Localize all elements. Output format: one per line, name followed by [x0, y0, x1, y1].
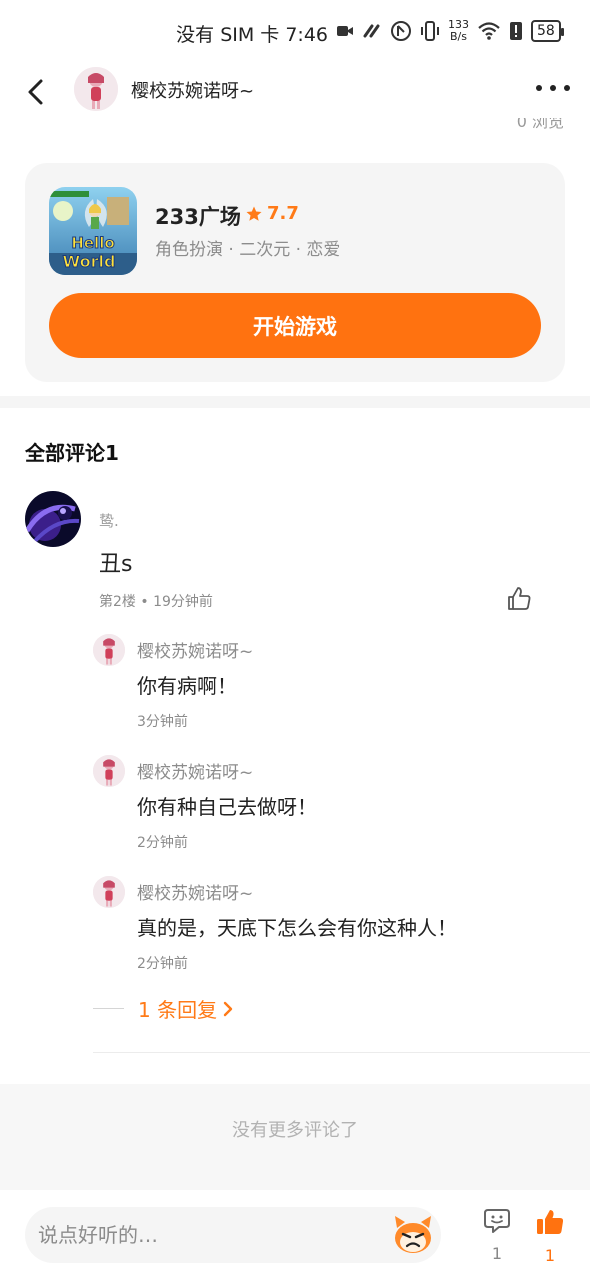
reply-time: 2分钟前 — [137, 956, 188, 972]
reply-user[interactable]: 樱校苏婉诺呀~ — [137, 758, 253, 783]
chevron-right-icon — [223, 1001, 233, 1016]
comment-input[interactable] — [38, 1207, 378, 1263]
more-replies-label: 1 条回复 — [138, 998, 218, 1022]
dot-icon — [550, 85, 556, 91]
mascot-emoji-icon — [395, 1216, 431, 1253]
more-options-button[interactable] — [536, 78, 570, 98]
reply-text: 你有病啊！ — [137, 674, 237, 698]
reply-user[interactable]: 樱校苏婉诺呀~ — [137, 879, 253, 904]
character-avatar-icon — [93, 634, 125, 666]
reply-item[interactable]: 樱校苏婉诺呀~ 你有病啊！ 3分钟前 — [93, 634, 573, 734]
character-avatar-icon — [74, 67, 118, 111]
no-more-comments-text: 没有更多评论了 — [232, 1120, 358, 1141]
back-button[interactable] — [22, 76, 52, 108]
game-name: 233广场 — [155, 205, 241, 229]
game-icon[interactable]: Hello World — [49, 187, 137, 275]
rating-value: 7.7 — [267, 203, 299, 224]
reply-avatar[interactable] — [93, 634, 125, 666]
view-more-replies-link[interactable]: 1 条回复 — [93, 994, 235, 1023]
game-card[interactable]: Hello World 233广场 7.7 角色扮演 · 二次元 · 恋爱 开始… — [25, 163, 565, 382]
chevron-left-icon — [28, 79, 43, 105]
reply-text: 真的是，天底下怎么会有你这种人！ — [137, 916, 457, 940]
section-divider — [0, 396, 590, 408]
battery-indicator: 58 — [531, 20, 564, 42]
game-cover-text-line2: World — [63, 252, 116, 271]
dot-icon — [564, 85, 570, 91]
commenter-avatar[interactable] — [25, 491, 81, 547]
game-rating: 7.7 — [245, 203, 299, 224]
header-title: 樱校苏婉诺呀~ — [131, 81, 255, 102]
thumbs-up-outline-icon — [508, 587, 531, 610]
vibrate-icon — [420, 18, 440, 44]
status-carrier-time: 没有 SIM 卡 7:46 — [176, 24, 328, 46]
like-count: 1 — [544, 1246, 556, 1265]
game-cover-icon: Hello World — [49, 187, 137, 275]
reply-text: 你有种自己去做呀！ — [137, 795, 317, 819]
reply-user[interactable]: 樱校苏婉诺呀~ — [137, 637, 253, 662]
like-action[interactable]: 1 — [532, 1208, 568, 1265]
reply-avatar[interactable] — [93, 876, 125, 908]
commenter-name[interactable]: 鸷. — [99, 510, 119, 531]
wifi-icon — [477, 18, 501, 44]
game-cover-text-line1: Hello — [71, 234, 114, 252]
alert-icon — [509, 18, 523, 44]
comment-input-box[interactable] — [25, 1207, 441, 1263]
start-game-button[interactable]: 开始游戏 — [49, 293, 541, 358]
reply-line-divider — [93, 1008, 124, 1009]
end-of-list: 没有更多评论了 — [0, 1084, 590, 1190]
status-icons: 133 B/s 58 — [336, 18, 564, 44]
comment-like-button[interactable] — [505, 585, 533, 613]
thread-divider — [93, 1052, 590, 1053]
no-disturb-icon — [362, 18, 382, 44]
view-count: 0 浏览 — [516, 118, 564, 131]
comment-bubble-icon — [484, 1209, 510, 1233]
character-avatar-icon — [93, 755, 125, 787]
reply-item[interactable]: 樱校苏婉诺呀~ 真的是，天底下怎么会有你这种人！ 2分钟前 — [93, 876, 573, 976]
avatar[interactable] — [74, 67, 118, 111]
reply-time: 2分钟前 — [137, 835, 188, 851]
comment-count: 1 — [491, 1244, 503, 1263]
comment-meta: 第2楼 • 19分钟前 — [99, 594, 213, 610]
net-speed-unit: B/s — [450, 30, 467, 43]
star-icon — [246, 206, 262, 221]
net-speed: 133 B/s — [448, 19, 469, 43]
reply-item[interactable]: 樱校苏婉诺呀~ 你有种自己去做呀！ 2分钟前 — [93, 755, 573, 855]
comment-action[interactable]: 1 — [479, 1208, 515, 1263]
thumbs-up-filled-icon — [537, 1210, 564, 1234]
header: 樱校苏婉诺呀~ — [0, 64, 590, 120]
abstract-avatar-icon — [25, 491, 81, 547]
character-avatar-icon — [93, 876, 125, 908]
reply-avatar[interactable] — [93, 755, 125, 787]
video-call-icon — [336, 18, 354, 44]
bottom-bar: 1 1 — [0, 1190, 590, 1280]
status-bar: 没有 SIM 卡 7:46 133 B/s 58 — [0, 0, 590, 64]
dot-icon — [536, 85, 542, 91]
comments-title: 全部评论1 — [25, 441, 119, 465]
game-tags: 角色扮演 · 二次元 · 恋爱 — [155, 240, 341, 260]
emoji-mascot-button[interactable] — [391, 1214, 435, 1256]
nfc-icon — [390, 18, 412, 44]
reply-time: 3分钟前 — [137, 714, 188, 730]
comment-text: 丑s — [99, 552, 133, 577]
